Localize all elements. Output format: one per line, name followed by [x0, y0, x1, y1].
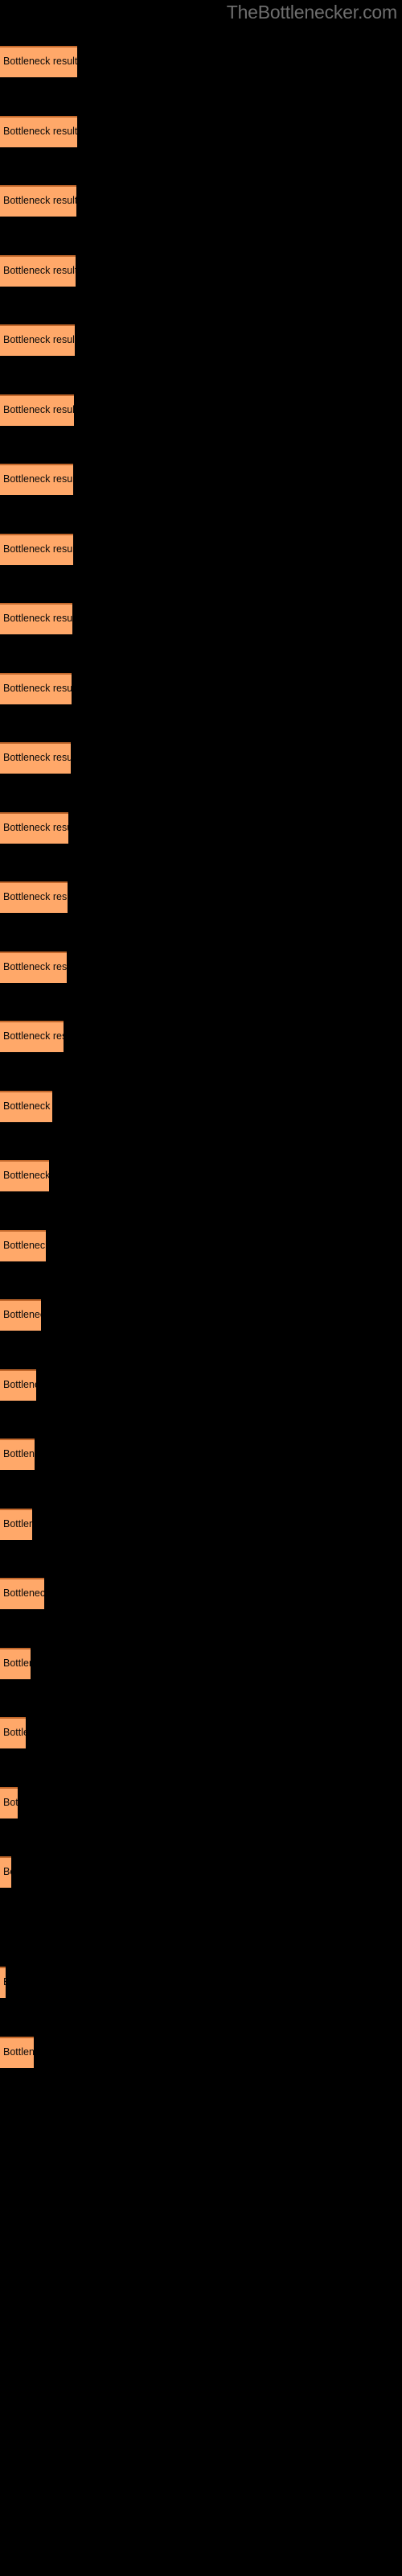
bar-14[interactable]: Bottleneck result [0, 952, 67, 983]
bar-9[interactable]: Bottleneck result [0, 603, 72, 634]
bar-1[interactable]: Bottleneck result [0, 46, 77, 77]
bar-row: Bottleneck result [0, 742, 402, 774]
bar-label: Bottleneck result [3, 1797, 18, 1808]
bar-label: Bottleneck result [3, 334, 75, 345]
bar-row: Bottleneck result [0, 673, 402, 704]
bar-19[interactable]: Bottleneck result [0, 1299, 41, 1331]
bar-12[interactable]: Bottleneck result [0, 812, 68, 844]
bar-29[interactable]: Bottleneck result [0, 2037, 34, 2068]
bar-row: Bottleneck result [0, 1369, 402, 1401]
bar-row: Bottleneck result [0, 603, 402, 634]
bar-row: Bottleneck result [0, 1578, 402, 1609]
bar-label: Bottleneck result [3, 1448, 35, 1459]
bar-18[interactable]: Bottleneck result [0, 1230, 46, 1261]
bar-6[interactable]: Bottleneck result [0, 394, 74, 426]
bar-row: Bottleneck result [0, 394, 402, 426]
bar-21[interactable]: Bottleneck result [0, 1439, 35, 1470]
bar-row: Bottleneck result [0, 255, 402, 287]
bar-row: Bottleneck result [0, 881, 402, 913]
bar-25[interactable]: Bottleneck result [0, 1717, 26, 1748]
bar-row: Bottleneck result [0, 116, 402, 147]
bar-label: Bottleneck result [3, 543, 73, 555]
bar-13[interactable]: Bottleneck result [0, 881, 68, 913]
bar-label: Bottleneck result [3, 473, 73, 485]
bar-11[interactable]: Bottleneck result [0, 742, 71, 774]
bar-27[interactable]: Bottleneck result [0, 1856, 11, 1888]
bar-10[interactable]: Bottleneck result [0, 673, 72, 704]
bar-row: Bottleneck result [0, 952, 402, 983]
bar-15[interactable]: Bottleneck result [0, 1021, 64, 1052]
bar-label: Bottleneck result [3, 126, 77, 137]
bar-row: Bottleneck result [0, 2037, 402, 2068]
bar-row: Bottleneck result [0, 1160, 402, 1191]
bar-label: Bottleneck result [3, 404, 74, 415]
bottleneck-bar-chart: TheBottlenecker.com Bottleneck result Bot… [0, 0, 402, 2576]
bar-23[interactable]: Bottleneck result [0, 1578, 44, 1609]
bar-28[interactable]: Bottleneck result [0, 1967, 6, 1998]
bar-label: Bottleneck result [3, 822, 68, 833]
bar-label: Bottleneck result [3, 891, 68, 902]
bar-4[interactable]: Bottleneck result [0, 255, 76, 287]
bar-row: Bottleneck result [0, 185, 402, 217]
bar-label: Bottleneck result [3, 1657, 31, 1669]
bar-7[interactable]: Bottleneck result [0, 464, 73, 495]
bar-22[interactable]: Bottleneck result [0, 1509, 32, 1540]
bar-row: Bottleneck result [0, 46, 402, 77]
bar-26[interactable]: Bottleneck result [0, 1787, 18, 1818]
bar-label: Bottleneck result [3, 195, 76, 206]
bar-row: Bottleneck result [0, 1509, 402, 1540]
bar-row: Bottleneck result [0, 1299, 402, 1331]
bar-8[interactable]: Bottleneck result [0, 534, 73, 565]
bar-row: Bottleneck result [0, 464, 402, 495]
bar-row: Bottleneck result [0, 1717, 402, 1748]
bar-row: Bottleneck result [0, 1856, 402, 1888]
bar-label: Bottleneck result [3, 265, 76, 276]
bar-row: Bottleneck result [0, 1648, 402, 1679]
bar-row: Bottleneck result [0, 1230, 402, 1261]
bar-row: Bottleneck result [0, 1439, 402, 1470]
bar-label: Bottleneck result [3, 961, 67, 972]
bar-2[interactable]: Bottleneck result [0, 116, 77, 147]
bar-label: Bottleneck result [3, 1587, 44, 1599]
bar-16[interactable]: Bottleneck result [0, 1091, 52, 1122]
bar-row: Bottleneck result [0, 1021, 402, 1052]
bar-label: Bottleneck result [3, 1309, 41, 1320]
bars-layer: Bottleneck result Bottleneck result Bottle… [0, 0, 402, 2576]
bar-label: Bottleneck result [3, 683, 72, 694]
bar-label: Bottleneck result [3, 1518, 32, 1530]
bar-label: Bottleneck result [3, 1866, 11, 1877]
bar-label: Bottleneck result [3, 1976, 6, 1988]
bar-label: Bottleneck result [3, 1379, 36, 1390]
bar-5[interactable]: Bottleneck result [0, 324, 75, 356]
bar-row: Bottleneck result [0, 812, 402, 844]
bar-label: Bottleneck result [3, 1170, 49, 1181]
bar-row: Bottleneck result [0, 1787, 402, 1818]
bar-label: Bottleneck result [3, 1240, 46, 1251]
bar-row: Bottleneck result [0, 1091, 402, 1122]
bar-3[interactable]: Bottleneck result [0, 185, 76, 217]
bar-row: Bottleneck result [0, 534, 402, 565]
bar-17[interactable]: Bottleneck result [0, 1160, 49, 1191]
bar-label: Bottleneck result [3, 1727, 26, 1738]
bar-label: Bottleneck result [3, 1100, 52, 1112]
bar-20[interactable]: Bottleneck result [0, 1369, 36, 1401]
bar-label: Bottleneck result [3, 1030, 64, 1042]
bar-label: Bottleneck result [3, 2046, 34, 2058]
bar-24[interactable]: Bottleneck result [0, 1648, 31, 1679]
bar-label: Bottleneck result [3, 613, 72, 624]
bar-label: Bottleneck result [3, 56, 77, 67]
bar-row: Bottleneck result [0, 324, 402, 356]
bar-row: Bottleneck result [0, 1967, 402, 1998]
bar-label: Bottleneck result [3, 752, 71, 763]
